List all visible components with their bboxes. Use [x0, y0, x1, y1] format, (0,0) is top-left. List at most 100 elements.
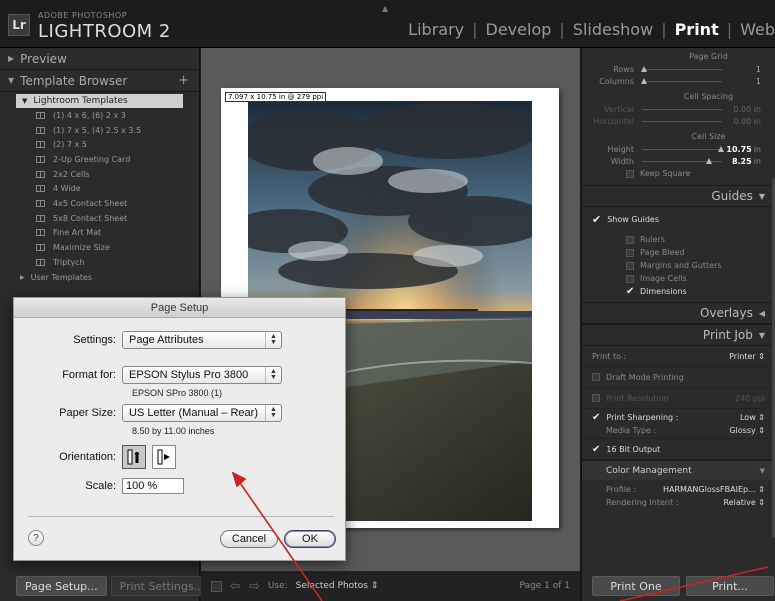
- guide-option-rulers[interactable]: Rulers: [582, 233, 775, 246]
- popup-arrows-icon: ▲ ▼: [265, 367, 281, 383]
- show-guides-checkbox[interactable]: ✔ Show Guides: [582, 209, 775, 229]
- media-type-value[interactable]: Glossy ⇕: [729, 426, 765, 435]
- guide-option-margins-and-gutters[interactable]: Margins and Gutters: [582, 259, 775, 272]
- rendering-intent-row[interactable]: Rendering Intent : Relative ⇕: [582, 496, 775, 509]
- checkbox-box[interactable]: [626, 169, 634, 178]
- color-management-header[interactable]: Color Management ▼: [582, 460, 775, 480]
- module-print[interactable]: Print: [675, 20, 719, 39]
- template-icon: [36, 141, 45, 149]
- checkmark-icon: ✔: [592, 212, 602, 226]
- horizontal-value[interactable]: 0.00 in: [733, 117, 775, 126]
- height-number: 10.75: [726, 144, 752, 154]
- paper-size-popup[interactable]: US Letter (Manual – Rear) ▲ ▼: [122, 404, 282, 422]
- columns-slider[interactable]: [641, 77, 722, 84]
- template-label: Maximize Size: [53, 243, 110, 253]
- vertical-slider[interactable]: [642, 108, 722, 110]
- print-one-button[interactable]: Print One: [592, 576, 680, 596]
- add-template-icon[interactable]: +: [178, 73, 189, 88]
- checkbox-box[interactable]: [626, 261, 634, 270]
- template-browser-header[interactable]: ▼ Template Browser +: [0, 70, 199, 92]
- module-picker: Library | Develop | Slideshow | Print | Web: [408, 20, 775, 39]
- checkmark-icon[interactable]: ✔: [592, 412, 600, 423]
- draft-mode-row[interactable]: Draft Mode Printing: [582, 367, 775, 388]
- template-item[interactable]: Maximize Size: [16, 240, 183, 255]
- page-setup-button[interactable]: Page Setup...: [16, 576, 107, 596]
- horizontal-slider[interactable]: [642, 120, 722, 122]
- print-to-value[interactable]: Printer ⇕: [729, 352, 765, 361]
- print-resolution-row[interactable]: Print Resolution 240 ppi: [582, 388, 775, 409]
- print-button[interactable]: Print...: [686, 576, 774, 596]
- rendering-value[interactable]: Relative ⇕: [723, 498, 765, 507]
- user-templates-folder[interactable]: ▶ User Templates: [16, 270, 183, 285]
- slider-knob-icon[interactable]: [706, 157, 712, 164]
- slider-knob-icon[interactable]: [641, 65, 647, 72]
- template-icon: [36, 170, 45, 178]
- template-item[interactable]: 2x2 Cells: [16, 167, 183, 182]
- checkbox-box[interactable]: [626, 274, 634, 283]
- print-resolution-value[interactable]: 240 ppi: [735, 394, 765, 403]
- rendering-label: Rendering Intent :: [606, 498, 679, 507]
- lightroom-templates-folder[interactable]: ▼ Lightroom Templates: [16, 94, 183, 108]
- height-value[interactable]: 10.75 in: [726, 145, 775, 154]
- template-item[interactable]: 4x5 Contact Sheet: [16, 196, 183, 211]
- module-develop[interactable]: Develop: [486, 20, 552, 39]
- sharpening-value[interactable]: Low ⇕: [740, 413, 765, 422]
- checkbox-box[interactable]: [626, 235, 634, 244]
- ok-button[interactable]: OK: [284, 530, 336, 548]
- checkbox-box[interactable]: [592, 394, 600, 402]
- checkmark-icon[interactable]: ✔: [626, 286, 634, 296]
- width-value[interactable]: 8.25 in: [732, 157, 775, 166]
- next-arrow-icon[interactable]: ⇨: [249, 579, 260, 594]
- template-item[interactable]: (1) 4 x 6, (6) 2 x 3: [16, 108, 183, 123]
- template-label: 2x2 Cells: [53, 169, 90, 179]
- slider-knob-icon[interactable]: [641, 77, 647, 84]
- print-settings-button[interactable]: Print Settings...: [110, 576, 214, 596]
- checkbox-box[interactable]: [592, 373, 600, 381]
- format-popup[interactable]: EPSON Stylus Pro 3800 ▲ ▼: [122, 366, 282, 384]
- preview-panel-header[interactable]: ▶ Preview: [0, 48, 199, 70]
- module-slideshow[interactable]: Slideshow: [573, 20, 653, 39]
- guides-label: Guides: [711, 189, 753, 203]
- width-slider[interactable]: [642, 157, 722, 164]
- profile-value[interactable]: HARMANGlossFBAIEp... ⇕: [663, 485, 765, 494]
- template-item[interactable]: (2) 7 x 5: [16, 137, 183, 152]
- scale-input[interactable]: 100 %: [122, 478, 184, 494]
- template-item[interactable]: (1) 7 x 5, (4) 2.5 x 3.5: [16, 123, 183, 138]
- template-icon: [36, 258, 45, 266]
- landscape-orientation-button[interactable]: [152, 445, 176, 469]
- module-library[interactable]: Library: [408, 20, 464, 39]
- print-job-header[interactable]: Print Job ▼: [582, 324, 775, 346]
- help-button[interactable]: ?: [28, 530, 44, 546]
- cancel-button[interactable]: Cancel: [220, 530, 278, 548]
- template-item[interactable]: 2-Up Greeting Card: [16, 152, 183, 167]
- checkbox-box[interactable]: [626, 248, 634, 257]
- slider-knob-icon[interactable]: [718, 145, 724, 152]
- module-web[interactable]: Web: [740, 20, 775, 39]
- toolbar-checkbox[interactable]: [211, 580, 222, 592]
- print-to-row[interactable]: Print to : Printer ⇕: [582, 346, 775, 367]
- template-item[interactable]: Triptych: [16, 255, 183, 270]
- height-slider[interactable]: [642, 145, 724, 152]
- columns-value[interactable]: 1: [756, 77, 775, 86]
- previous-arrow-icon[interactable]: ⇦: [230, 579, 241, 594]
- guide-option-page-bleed[interactable]: Page Bleed: [582, 246, 775, 259]
- bit-output-row[interactable]: ✔ 16 Bit Output: [582, 439, 775, 460]
- overlays-header[interactable]: Overlays ◀: [582, 302, 775, 324]
- keep-square-checkbox[interactable]: Keep Square: [582, 167, 775, 180]
- use-selector[interactable]: Selected Photos ⇕: [296, 581, 379, 591]
- profile-row[interactable]: Profile : HARMANGlossFBAIEp... ⇕: [582, 483, 775, 496]
- settings-popup[interactable]: Page Attributes ▲ ▼: [122, 331, 282, 349]
- rows-value[interactable]: 1: [756, 65, 775, 74]
- guide-option-dimensions[interactable]: ✔ Dimensions: [582, 285, 775, 298]
- rows-slider[interactable]: [641, 65, 722, 72]
- template-item[interactable]: 5x8 Contact Sheet: [16, 211, 183, 226]
- unit-label: in: [753, 144, 761, 154]
- print-job-label: Print Job: [702, 328, 753, 342]
- template-item[interactable]: Fine Art Mat: [16, 226, 183, 241]
- top-panel-toggle-icon[interactable]: ▲: [382, 4, 388, 13]
- portrait-orientation-button[interactable]: [122, 445, 146, 469]
- template-item[interactable]: 4 Wide: [16, 181, 183, 196]
- vertical-value[interactable]: 0.00 in: [733, 105, 775, 114]
- guide-option-image-cells[interactable]: Image Cells: [582, 272, 775, 285]
- guides-header[interactable]: Guides ▼: [582, 185, 775, 207]
